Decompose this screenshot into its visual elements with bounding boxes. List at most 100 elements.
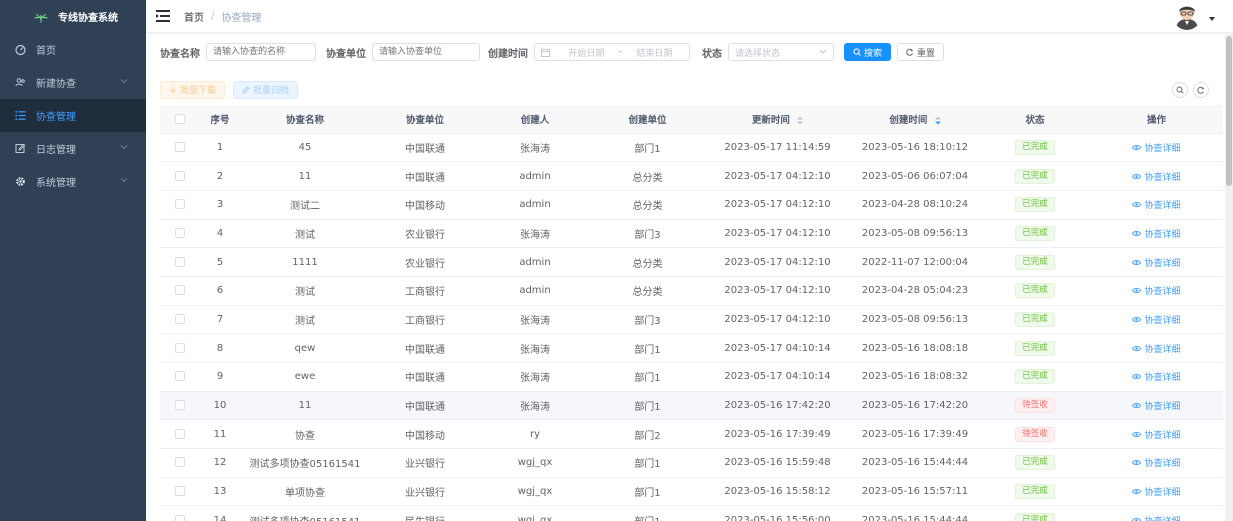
- gear-icon: [14, 176, 26, 188]
- table-row[interactable]: 13 单项协查 业兴银行 wgj_qx 部门1 2023-05-16 15:58:12 20…: [160, 477, 1223, 507]
- row-checkbox[interactable]: [175, 428, 185, 439]
- user-avatar[interactable]: [1173, 2, 1201, 30]
- sidebar-item-2[interactable]: 新建协查: [0, 66, 146, 99]
- status-badge: 已完成: [1015, 225, 1055, 241]
- cell-action: 协查详细: [1090, 190, 1223, 220]
- hamburger-icon[interactable]: [156, 10, 170, 22]
- table-row[interactable]: 6 测试 工商银行 admin 总分类 2023-05-17 04:12:10 2023-0…: [160, 276, 1223, 306]
- row-select-cell: [160, 305, 200, 335]
- row-checkbox[interactable]: [175, 199, 185, 210]
- sidebar-item-1[interactable]: 首页: [0, 33, 146, 66]
- breadcrumb-home[interactable]: 首页: [184, 9, 204, 24]
- column-header-creator-unit: 创建单位: [590, 105, 705, 134]
- date-end[interactable]: 结束日期: [626, 46, 683, 59]
- cell-unit: 工商银行: [370, 276, 480, 306]
- sort-descending-icon[interactable]: [934, 116, 941, 125]
- date-start[interactable]: 开始日期: [558, 46, 615, 59]
- cell-index: 10: [200, 391, 240, 421]
- view-detail-button[interactable]: 协查详细: [1132, 227, 1181, 240]
- name-input[interactable]: [206, 43, 316, 61]
- row-checkbox[interactable]: [175, 285, 185, 296]
- row-checkbox[interactable]: [175, 141, 185, 152]
- cell-creator-unit: 部门1: [590, 505, 705, 521]
- cell-name: 单项协查: [240, 477, 370, 507]
- cell-name: 测试: [240, 305, 370, 335]
- table-row[interactable]: 10 11 中国联通 张海涛 部门1 2023-05-16 17:42:20 2023-05…: [160, 391, 1223, 421]
- refresh-table-button[interactable]: [1193, 82, 1209, 98]
- table-row[interactable]: 3 测试二 中国移动 admin 总分类 2023-05-17 04:12:10 2023-…: [160, 190, 1223, 220]
- sidebar-item-label: 首页: [36, 46, 56, 57]
- view-detail-button[interactable]: 协查详细: [1132, 370, 1181, 384]
- cell-name: 11: [240, 161, 370, 191]
- view-detail-label: 协查详细: [1144, 373, 1181, 384]
- view-detail-button[interactable]: 协查详细: [1132, 284, 1181, 297]
- row-checkbox[interactable]: [175, 256, 185, 267]
- page-scrollbar[interactable]: [1225, 34, 1233, 521]
- column-header-created[interactable]: 创建时间: [850, 105, 980, 134]
- view-detail-button[interactable]: 协查详细: [1132, 485, 1181, 498]
- unit-input[interactable]: [372, 43, 480, 61]
- data-table: 序号 协查名称 协查单位 创建人 创建单位 更新时间 创建时间 状态 操作 14…: [160, 105, 1223, 521]
- sidebar-item-5[interactable]: 系统管理: [0, 165, 146, 198]
- row-checkbox[interactable]: [175, 313, 185, 324]
- caret-down-icon[interactable]: [1209, 17, 1215, 22]
- reset-button[interactable]: 重置: [897, 43, 945, 61]
- table-row[interactable]: 9 ewe 中国联通 张海涛 部门1 2023-05-17 04:10:14 2023-05…: [160, 362, 1223, 392]
- cell-created: 2023-05-16 15:57:11: [850, 477, 980, 507]
- status-badge: 已完成: [1015, 455, 1055, 471]
- batch-archive-button[interactable]: 批量归档: [233, 80, 299, 99]
- view-detail-button[interactable]: 协查详细: [1132, 428, 1181, 441]
- view-detail-button[interactable]: 协查详细: [1132, 198, 1181, 211]
- view-detail-button[interactable]: 协查详细: [1132, 342, 1181, 355]
- cell-name: ewe: [240, 362, 370, 392]
- search-button[interactable]: 搜索: [844, 43, 892, 61]
- row-checkbox[interactable]: [175, 371, 185, 382]
- table-row[interactable]: 7 测试 工商银行 张海涛 部门3 2023-05-17 04:12:10 2023-05-…: [160, 305, 1223, 335]
- view-detail-button[interactable]: 协查详细: [1132, 456, 1181, 470]
- cell-creator: admin: [480, 247, 590, 277]
- table-row[interactable]: 2 11 中国联通 admin 总分类 2023-05-17 04:12:10 2023-0…: [160, 161, 1223, 191]
- status-select[interactable]: 请选择状态: [728, 43, 834, 61]
- toggle-search-button[interactable]: [1172, 82, 1188, 98]
- column-header-updated[interactable]: 更新时间: [705, 105, 850, 134]
- table-row[interactable]: 11 协查 中国移动 ry 部门2 2023-05-16 17:39:49 2023-05-…: [160, 419, 1223, 450]
- row-select-cell: [160, 391, 200, 421]
- table-row[interactable]: 1 45 中国联通 张海涛 部门1 2023-05-17 11:14:59 2023-05-…: [160, 133, 1223, 163]
- row-checkbox[interactable]: [175, 486, 185, 497]
- sidebar-item-4[interactable]: 日志管理: [0, 132, 146, 165]
- view-detail-label: 协查详细: [1144, 459, 1181, 470]
- cell-created: 2023-04-28 05:04:23: [850, 276, 980, 306]
- cell-unit: 农业银行: [370, 219, 480, 249]
- row-checkbox[interactable]: [175, 170, 185, 181]
- row-checkbox[interactable]: [175, 342, 185, 353]
- select-all-checkbox[interactable]: [175, 113, 185, 124]
- cell-creator-unit: 部门1: [590, 133, 705, 163]
- table-row[interactable]: 14测试多项协查05161541民生银行wgj_qx部门12023-05-16 …: [160, 505, 1223, 521]
- date-range-picker[interactable]: 开始日期 - 结束日期: [534, 43, 690, 61]
- view-detail-button[interactable]: 协查详细: [1132, 399, 1181, 412]
- table-row[interactable]: 8 qew 中国联通 张海涛 部门1 2023-05-17 04:10:14 2023-05…: [160, 333, 1223, 363]
- row-checkbox[interactable]: [175, 227, 185, 238]
- row-select-cell: [160, 247, 200, 277]
- view-detail-button[interactable]: 协查详细: [1132, 141, 1181, 154]
- view-detail-button[interactable]: 协查详细: [1132, 514, 1181, 521]
- view-detail-button[interactable]: 协查详细: [1132, 313, 1181, 326]
- view-detail-button[interactable]: 协查详细: [1132, 170, 1181, 183]
- column-header-status: 状态: [980, 105, 1090, 134]
- table-row[interactable]: 12 测试多项协查05161541 业兴银行 wgj_qx 部门1 2023-05-16 …: [160, 448, 1223, 478]
- table-row[interactable]: 4 测试 农业银行 张海涛 部门3 2023-05-17 04:12:10 2023-05-…: [160, 219, 1223, 249]
- sidebar-item-3[interactable]: 协查管理: [0, 99, 146, 132]
- cell-unit: 业兴银行: [370, 448, 480, 478]
- cell-name: 测试多项协查05161541: [240, 448, 370, 478]
- scrollbar-thumb[interactable]: [1226, 36, 1232, 186]
- table-row[interactable]: 5 1111 农业银行 admin 总分类 2023-05-17 04:12:10 2022…: [160, 247, 1223, 277]
- row-checkbox[interactable]: [175, 514, 185, 521]
- app-logo[interactable]: 专线协查系统: [0, 0, 146, 33]
- sort-icon[interactable]: [797, 116, 804, 125]
- batch-download-button[interactable]: 批量下载: [160, 80, 226, 99]
- cell-updated: 2023-05-16 17:39:49: [705, 419, 850, 450]
- row-checkbox[interactable]: [175, 400, 185, 411]
- row-checkbox[interactable]: [175, 457, 185, 468]
- cell-index: 9: [200, 362, 240, 392]
- view-detail-button[interactable]: 协查详细: [1132, 256, 1181, 269]
